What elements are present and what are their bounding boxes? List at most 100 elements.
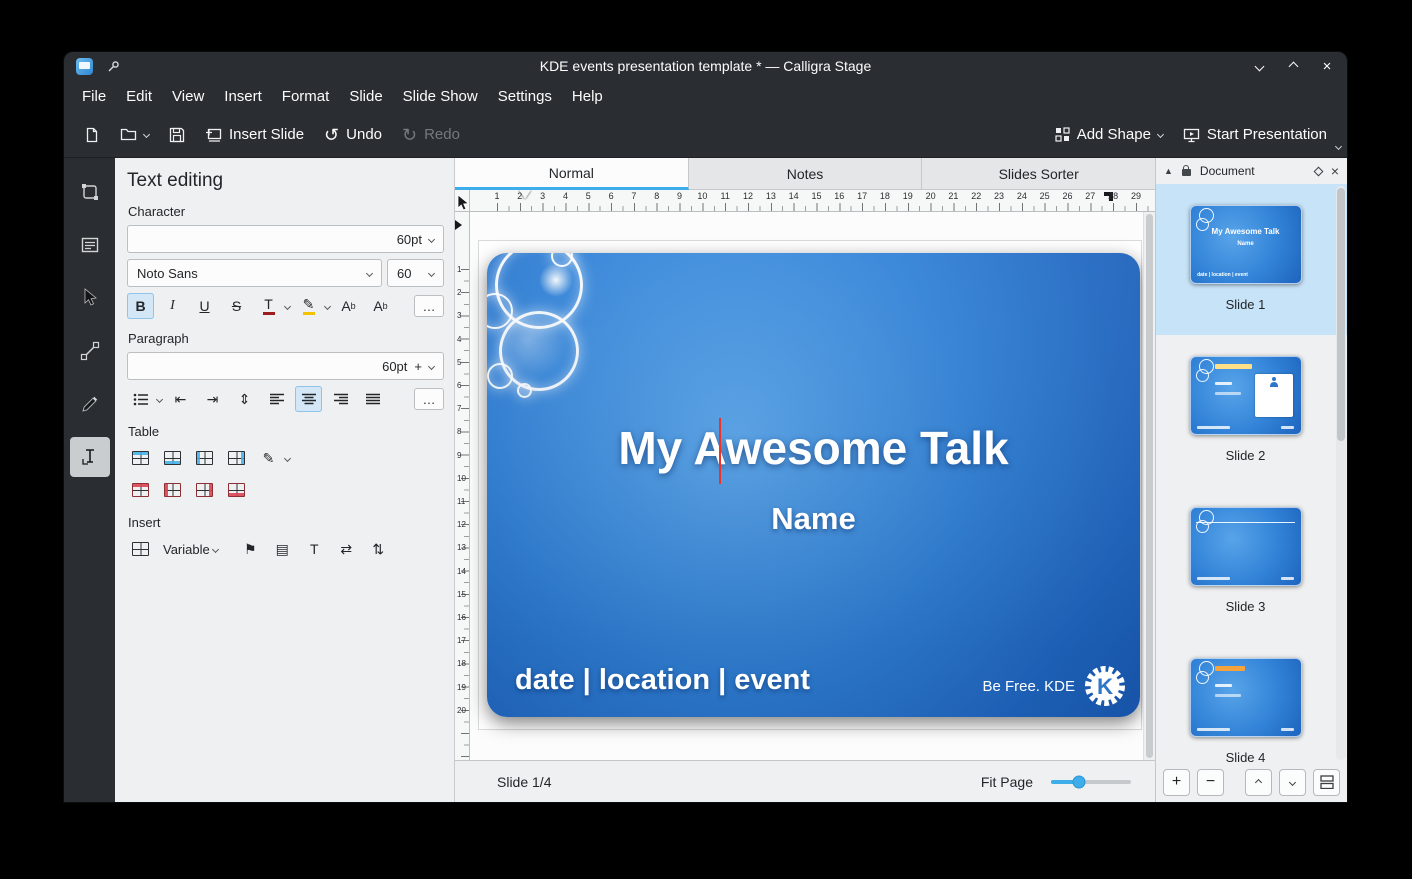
text-color-chevron-icon[interactable] <box>284 302 291 309</box>
menu-help[interactable]: Help <box>562 83 613 110</box>
menu-view[interactable]: View <box>162 83 214 110</box>
bold-button[interactable]: B <box>127 293 154 319</box>
slide-thumbnail-item[interactable]: Slide 3 <box>1156 486 1347 637</box>
save-button[interactable] <box>161 120 193 150</box>
variable-dropdown[interactable]: Variable <box>163 542 210 557</box>
align-right-button[interactable] <box>327 386 354 412</box>
add-slide-button[interactable]: + <box>1163 769 1190 796</box>
menu-edit[interactable]: Edit <box>116 83 162 110</box>
delete-row-button[interactable] <box>127 477 154 503</box>
menu-slide-show[interactable]: Slide Show <box>393 83 488 110</box>
insert-row-below-button[interactable] <box>159 445 186 471</box>
add-shape-button[interactable]: Add Shape <box>1047 119 1171 150</box>
docker-close-icon[interactable]: × <box>1331 163 1339 179</box>
insert-special-character-button[interactable]: ⇄ <box>333 536 360 562</box>
list-style-button[interactable] <box>127 386 154 412</box>
menu-format[interactable]: Format <box>272 83 340 110</box>
paragraph-more-options-button[interactable]: … <box>414 388 444 410</box>
selection-tool[interactable] <box>70 278 110 318</box>
docker-float-icon[interactable] <box>1313 166 1323 176</box>
subscript-button[interactable]: Ab <box>367 293 394 319</box>
slide-editing-surface[interactable]: My Awesome Talk Name date | location | e… <box>487 253 1140 717</box>
insert-column-right-button[interactable] <box>223 445 250 471</box>
table-border-pen-chevron-icon[interactable] <box>284 454 291 461</box>
increase-indent-button[interactable]: ⇥ <box>199 386 226 412</box>
pin-icon[interactable] <box>107 60 120 73</box>
insert-text-button[interactable]: T <box>301 536 328 562</box>
maximize-button[interactable] <box>1285 58 1301 74</box>
tab-notes[interactable]: Notes <box>689 158 923 190</box>
redo-button[interactable]: ↻ Redo <box>394 119 468 151</box>
close-button[interactable]: × <box>1319 58 1335 74</box>
slide-footer-textbox[interactable]: date | location | event <box>515 664 810 697</box>
menu-settings[interactable]: Settings <box>488 83 562 110</box>
insert-frame-button[interactable]: ▤ <box>269 536 296 562</box>
line-spacing-button[interactable]: ⇕ <box>231 386 258 412</box>
undo-button[interactable]: ↺ Undo <box>316 119 390 151</box>
slides-sorter-view-button[interactable] <box>1313 769 1340 796</box>
slide-footer-right[interactable]: Be Free. KDE K <box>982 665 1126 707</box>
zoom-slider-handle[interactable] <box>1073 775 1086 788</box>
font-size-combobox[interactable]: 60 <box>387 259 444 287</box>
canvas-vertical-scrollbar[interactable] <box>1143 212 1155 760</box>
underline-button[interactable]: U <box>191 293 218 319</box>
spacing-increase-button[interactable]: + <box>414 359 422 374</box>
highlight-color-button[interactable]: ✎ <box>295 293 322 319</box>
slide-thumbnail-item[interactable]: Slide 4 <box>1156 637 1347 762</box>
start-presentation-button[interactable]: Start Presentation <box>1175 119 1335 150</box>
tab-normal[interactable]: Normal <box>455 158 689 190</box>
docker-collapse-icon[interactable]: ▲ <box>1164 166 1173 176</box>
menu-file[interactable]: File <box>72 83 116 110</box>
menu-insert[interactable]: Insert <box>214 83 272 110</box>
new-document-button[interactable] <box>76 120 108 150</box>
text-editing-tool[interactable] <box>70 437 110 477</box>
paragraph-spacing-combobox[interactable]: 60pt + <box>127 352 444 380</box>
delete-column-button[interactable] <box>159 477 186 503</box>
character-more-options-button[interactable]: … <box>414 295 444 317</box>
table-border-pen-button[interactable]: ✎ <box>255 445 282 471</box>
insert-table-button[interactable] <box>127 536 154 562</box>
open-document-button[interactable] <box>112 120 157 149</box>
slide-thumbnail-item[interactable]: Slide 2 <box>1156 335 1347 486</box>
connection-tool[interactable] <box>70 331 110 371</box>
slide-thumbnail[interactable] <box>1190 658 1302 737</box>
path-editing-tool[interactable] <box>70 384 110 424</box>
superscript-button[interactable]: Ab <box>335 293 362 319</box>
slide-thumbnail[interactable] <box>1190 507 1302 586</box>
align-left-button[interactable] <box>263 386 290 412</box>
minimize-button[interactable] <box>1251 58 1267 74</box>
insert-column-left-button[interactable] <box>191 445 218 471</box>
open-recent-chevron-icon[interactable] <box>143 131 150 138</box>
tab-slides-sorter[interactable]: Slides Sorter <box>922 158 1155 190</box>
zoom-slider[interactable] <box>1051 780 1131 784</box>
delete-slide-button[interactable]: − <box>1197 769 1224 796</box>
shape-handling-tool[interactable] <box>70 172 110 212</box>
align-center-button[interactable] <box>295 386 322 412</box>
slide-title-textbox[interactable]: My Awesome Talk <box>487 421 1140 476</box>
toolbar-overflow-chevron-icon[interactable] <box>1336 136 1341 153</box>
align-justify-button[interactable] <box>359 386 386 412</box>
insert-row-above-button[interactable] <box>127 445 154 471</box>
insert-bookmark-button[interactable]: ⚑ <box>237 536 264 562</box>
scrollbar-handle[interactable] <box>1337 188 1345 441</box>
slide-subtitle-textbox[interactable]: Name <box>487 501 1140 537</box>
text-layout-tool[interactable] <box>70 225 110 265</box>
insert-slide-button[interactable]: Insert Slide <box>197 119 312 150</box>
zoom-mode-button[interactable]: Fit Page <box>981 774 1033 790</box>
strikethrough-button[interactable]: S <box>223 293 250 319</box>
merge-cells-button[interactable] <box>223 477 250 503</box>
list-style-chevron-icon[interactable] <box>156 395 163 402</box>
lock-icon[interactable] <box>1182 169 1191 176</box>
move-slide-down-button[interactable] <box>1279 769 1306 796</box>
slide-thumbnail[interactable]: My Awesome TalkNamedate | location | eve… <box>1190 205 1302 284</box>
character-style-combobox[interactable]: 60pt <box>127 225 444 253</box>
move-slide-up-button[interactable] <box>1245 769 1272 796</box>
titlebar[interactable]: KDE events presentation template * — Cal… <box>64 52 1347 80</box>
italic-button[interactable]: I <box>159 293 186 319</box>
slide-thumbnail-item[interactable]: My Awesome TalkNamedate | location | eve… <box>1156 184 1347 335</box>
highlight-color-chevron-icon[interactable] <box>324 302 331 309</box>
slide-canvas-area[interactable]: My Awesome Talk Name date | location | e… <box>470 212 1155 760</box>
thumbnail-list-scrollbar[interactable] <box>1336 186 1346 760</box>
slide-thumbnail[interactable] <box>1190 356 1302 435</box>
menu-slide[interactable]: Slide <box>339 83 392 110</box>
